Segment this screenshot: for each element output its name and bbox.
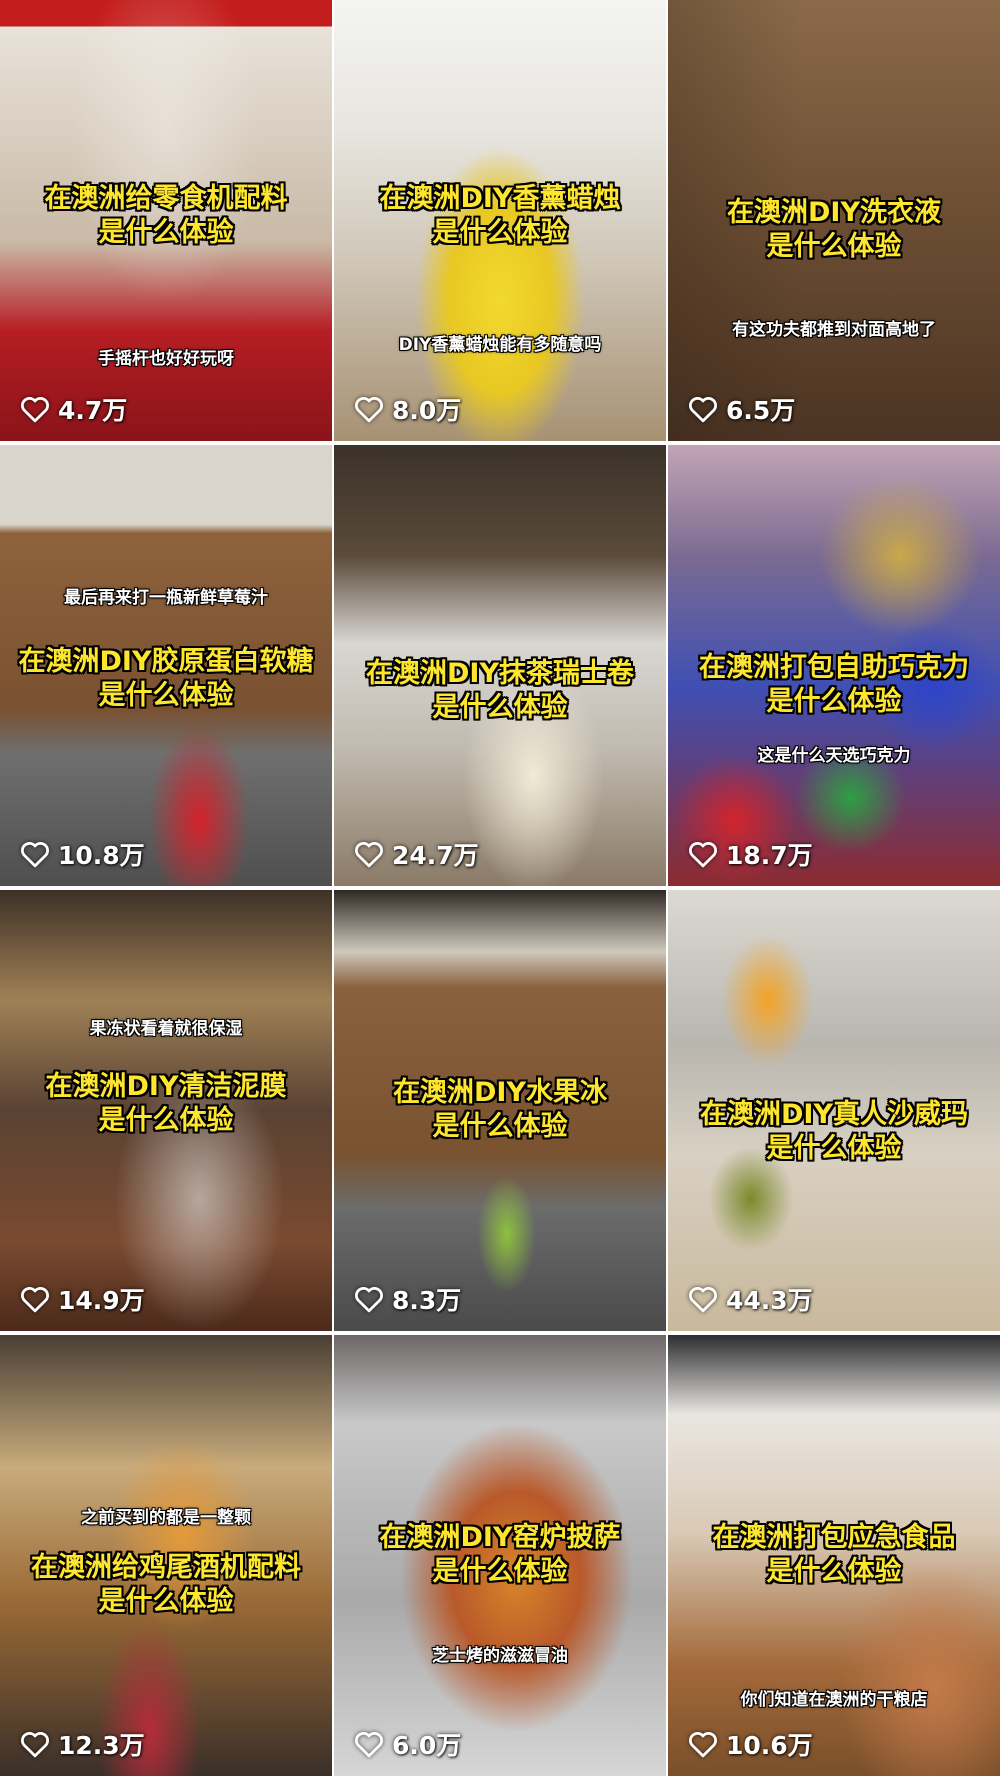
video-title: 在澳洲DIY洗衣液 是什么体验 — [726, 197, 941, 262]
video-title: 在澳洲DIY窑炉披萨 是什么体验 — [379, 1522, 621, 1587]
like-count-value: 6.5万 — [726, 396, 796, 425]
like-count[interactable]: 10.8万 — [20, 836, 145, 872]
video-title: 在澳洲DIY清洁泥膜 是什么体验 — [45, 1071, 287, 1136]
video-subtitle: 最后再来打一瓶新鲜草莓汁 — [64, 588, 268, 608]
heart-outline-icon — [689, 842, 717, 868]
video-subtitle: 之前买到的都是一整颗 — [81, 1508, 251, 1528]
like-count-value: 10.8万 — [58, 841, 145, 870]
video-subtitle: 手摇杆也好好玩呀 — [98, 349, 234, 369]
like-count[interactable]: 8.3万 — [354, 1281, 461, 1317]
video-card[interactable]: 在澳洲DIY香薰蜡烛 是什么体验 DIY香薰蜡烛能有多随意吗 8.0万 — [334, 0, 666, 441]
heart-outline-icon — [355, 1287, 383, 1313]
like-count[interactable]: 6.5万 — [688, 391, 795, 427]
video-title: 在澳洲DIY水果冰 是什么体验 — [392, 1077, 607, 1142]
heart-outline-icon — [689, 1287, 717, 1313]
like-count[interactable]: 12.3万 — [20, 1726, 145, 1762]
like-count-value: 44.3万 — [726, 1286, 813, 1315]
video-card[interactable]: 在澳洲打包自助巧克力 是什么体验 这是什么天选巧克力 18.7万 — [668, 445, 1000, 886]
heart-outline-icon — [21, 397, 49, 423]
like-count-value: 24.7万 — [392, 841, 479, 870]
heart-outline-icon — [355, 397, 383, 423]
heart-outline-icon — [355, 1732, 383, 1758]
heart-outline-icon — [21, 1732, 49, 1758]
video-card[interactable]: 在澳洲DIY水果冰 是什么体验 8.3万 — [334, 890, 666, 1331]
heart-outline-icon — [21, 842, 49, 868]
video-title: 在澳洲DIY香薰蜡烛 是什么体验 — [379, 183, 621, 248]
video-title: 在澳洲给鸡尾酒机配料 是什么体验 — [31, 1552, 301, 1617]
like-count-value: 4.7万 — [58, 396, 128, 425]
like-count[interactable]: 8.0万 — [354, 391, 461, 427]
video-title: 在澳洲给零食机配料 是什么体验 — [44, 183, 288, 248]
like-count-value: 10.6万 — [726, 1731, 813, 1760]
video-subtitle: 芝士烤的滋滋冒油 — [432, 1646, 568, 1666]
like-count[interactable]: 18.7万 — [688, 836, 813, 872]
heart-outline-icon — [355, 842, 383, 868]
video-card[interactable]: 在澳洲给零食机配料 是什么体验 手摇杆也好好玩呀 4.7万 — [0, 0, 332, 441]
like-count[interactable]: 10.6万 — [688, 1726, 813, 1762]
heart-outline-icon — [689, 1732, 717, 1758]
video-subtitle: 有这功夫都推到对面高地了 — [732, 320, 936, 340]
video-subtitle: 果冻状看着就很保湿 — [89, 1019, 243, 1039]
like-count[interactable]: 14.9万 — [20, 1281, 145, 1317]
video-card[interactable]: 在澳洲DIY窑炉披萨 是什么体验 芝士烤的滋滋冒油 6.0万 — [334, 1335, 666, 1776]
video-card[interactable]: 在澳洲打包应急食品 是什么体验 你们知道在澳洲的干粮店 10.6万 — [668, 1335, 1000, 1776]
like-count-value: 8.3万 — [392, 1286, 462, 1315]
video-card[interactable]: 果冻状看着就很保湿 在澳洲DIY清洁泥膜 是什么体验 14.9万 — [0, 890, 332, 1331]
like-count-value: 8.0万 — [392, 396, 462, 425]
video-title: 在澳洲DIY真人沙威玛 是什么体验 — [699, 1099, 968, 1164]
like-count-value: 6.0万 — [392, 1731, 462, 1760]
video-card[interactable]: 在澳洲DIY真人沙威玛 是什么体验 44.3万 — [668, 890, 1000, 1331]
video-title: 在澳洲DIY抹茶瑞士卷 是什么体验 — [365, 658, 634, 723]
heart-outline-icon — [21, 1287, 49, 1313]
video-feed-grid: 在澳洲给零食机配料 是什么体验 手摇杆也好好玩呀 4.7万 在澳洲DIY香薰蜡烛是… — [0, 0, 1000, 1786]
video-card[interactable]: 最后再来打一瓶新鲜草莓汁 在澳洲DIY胶原蛋白软糖 是什么体验 10.8万 — [0, 445, 332, 886]
like-count[interactable]: 4.7万 — [20, 391, 127, 427]
like-count[interactable]: 44.3万 — [688, 1281, 813, 1317]
like-count-value: 12.3万 — [58, 1731, 145, 1760]
video-subtitle: 这是什么天选巧克力 — [757, 746, 911, 766]
video-subtitle: 你们知道在澳洲的干粮店 — [740, 1690, 928, 1710]
video-title: 在澳洲打包自助巧克力 是什么体验 — [699, 652, 969, 717]
video-title: 在澳洲DIY胶原蛋白软糖 是什么体验 — [18, 646, 314, 711]
heart-outline-icon — [689, 397, 717, 423]
like-count-value: 14.9万 — [58, 1286, 145, 1315]
like-count[interactable]: 24.7万 — [354, 836, 479, 872]
video-title: 在澳洲打包应急食品 是什么体验 — [712, 1522, 956, 1587]
like-count[interactable]: 6.0万 — [354, 1726, 461, 1762]
video-subtitle: DIY香薰蜡烛能有多随意吗 — [398, 335, 602, 355]
video-card[interactable]: 在澳洲DIY洗衣液 是什么体验 有这功夫都推到对面高地了 6.5万 — [668, 0, 1000, 441]
like-count-value: 18.7万 — [726, 841, 813, 870]
video-card[interactable]: 之前买到的都是一整颗 在澳洲给鸡尾酒机配料 是什么体验 12.3万 — [0, 1335, 332, 1776]
video-card[interactable]: 在澳洲DIY抹茶瑞士卷 是什么体验 24.7万 — [334, 445, 666, 886]
